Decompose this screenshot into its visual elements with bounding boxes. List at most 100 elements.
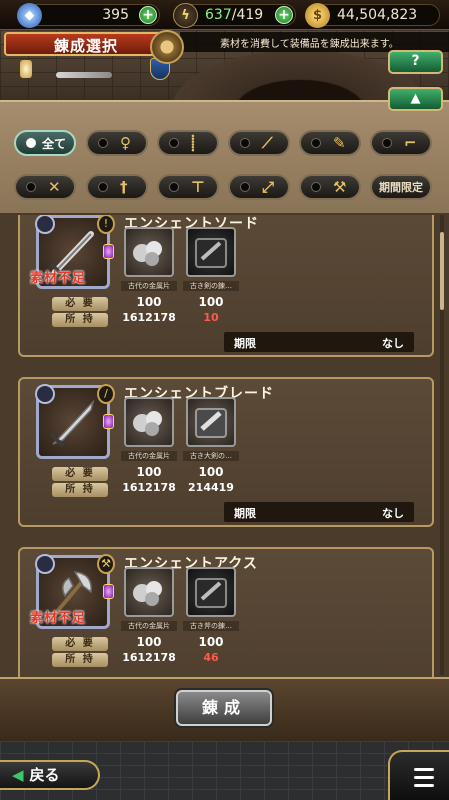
gold-counter: $ 44,504,823 [305, 3, 440, 28]
radio-icon [382, 138, 392, 148]
scrollbar-thumb[interactable] [440, 232, 444, 310]
filter-staff[interactable]: ♀ [86, 130, 148, 156]
add-stamina-button[interactable]: + [275, 6, 293, 24]
recipe-card[interactable]: エンシェントアクス ⚒ 素材不足 必 要 所 持 古代の金属片 100 1612… [18, 547, 434, 677]
material-slot[interactable] [124, 397, 174, 447]
rapier-icon: † [120, 178, 128, 196]
radio-icon [240, 138, 250, 148]
radio-icon [169, 182, 179, 192]
forge-button[interactable]: 錬成 [176, 690, 272, 726]
filter-hammer[interactable]: ⊤ [157, 174, 219, 200]
sword-seal-icon [195, 238, 227, 268]
axe-icon: ⚒ [333, 178, 347, 196]
material-owned: 10 [203, 311, 219, 324]
material-required: 100 [136, 465, 162, 479]
radio-icon [311, 138, 321, 148]
gem-slot-icon [103, 244, 114, 259]
filter-bow[interactable]: ⤢ [228, 174, 290, 200]
gem-counter: ◆ 395 + [17, 3, 160, 28]
radio-icon [98, 182, 108, 192]
staff-icon: ♀ [120, 134, 131, 152]
material-owned: 1612178 [122, 651, 176, 664]
material-name: 古代の金属片 [121, 281, 177, 291]
material-slot[interactable] [124, 567, 174, 617]
material-owned: 1612178 [122, 311, 176, 324]
filter-gun[interactable]: ⌐ [370, 130, 432, 156]
filter-limited-time[interactable]: 期間限定 [370, 174, 432, 200]
back-arrow-icon: ◀ [12, 766, 24, 784]
menu-button[interactable] [388, 750, 449, 800]
required-label: 必 要 [52, 467, 108, 481]
material-required: 100 [136, 295, 162, 309]
material-owned: 46 [203, 651, 219, 664]
filter-dagger[interactable]: ⸽ [157, 130, 219, 156]
sword-decoration-icon [56, 72, 112, 78]
material-name: 古代の金属片 [121, 451, 177, 461]
stamina-value: 637/419 [205, 7, 264, 23]
recipe-list[interactable]: エンシェントソード ! 素材不足 必 要 所 持 古代の金属片 100 1612… [0, 215, 449, 677]
status-bar: ◆ 395 + ϟ 637/419 + $ 44,504,823 [0, 0, 449, 30]
metal-fragment-icon [133, 411, 162, 436]
gem-slot-icon [103, 414, 114, 429]
material-name: 古き斧の錬… [183, 621, 239, 631]
material-required: 100 [136, 635, 162, 649]
material-slot[interactable] [186, 567, 236, 617]
help-button[interactable]: ? [388, 50, 443, 74]
menu-icon [414, 768, 434, 771]
material-slot[interactable] [186, 227, 236, 277]
material-name: 古き剣の錬… [183, 281, 239, 291]
menu-icon-line [414, 784, 434, 787]
collapse-filter-button[interactable]: ▲ [388, 87, 443, 111]
material-name: 古き大剣の… [183, 451, 239, 461]
material-owned: 1612178 [122, 481, 176, 494]
material-required: 100 [198, 635, 224, 649]
coin-icon: $ [305, 3, 330, 28]
gear-icon [150, 30, 184, 64]
bow-icon: ⤢ [262, 178, 275, 196]
add-gems-button[interactable]: + [139, 6, 157, 24]
radio-icon [311, 182, 321, 192]
menu-icon-line [414, 776, 434, 779]
radio-icon [240, 182, 250, 192]
radio-icon [26, 138, 36, 148]
material-required: 100 [198, 465, 224, 479]
filter-rapier[interactable]: † [86, 174, 148, 200]
expiry-value: なし [382, 507, 404, 520]
radio-icon [98, 138, 108, 148]
owned-label: 所 持 [52, 313, 108, 327]
axe-seal-icon [195, 578, 227, 608]
filter-sword[interactable]: ✎ [299, 130, 361, 156]
blade-icon [49, 399, 95, 448]
header-banner: 素材を消費して装備品を錬成出来ます。 錬成選択 ? [0, 30, 449, 100]
material-slot[interactable] [124, 227, 174, 277]
info-message: 素材を消費して装備品を錬成出来ます。 [180, 32, 449, 52]
filter-all[interactable]: 全て [14, 130, 76, 156]
material-name: 古代の金属片 [121, 621, 177, 631]
radio-icon [169, 138, 179, 148]
material-required: 100 [198, 295, 224, 309]
metal-fragment-icon [133, 581, 162, 606]
shortage-label: 素材不足 [30, 611, 87, 626]
filter-spear[interactable]: ⟋ [228, 130, 290, 156]
recipe-card[interactable]: エンシェントソード ! 素材不足 必 要 所 持 古代の金属片 100 1612… [18, 215, 434, 357]
required-label: 必 要 [52, 297, 108, 311]
gem-value: 395 [102, 7, 129, 23]
material-slot[interactable] [186, 397, 236, 447]
back-button[interactable]: ◀ 戻る [0, 760, 100, 790]
gun-icon: ⌐ [404, 134, 417, 152]
required-label: 必 要 [52, 637, 108, 651]
filter-axe[interactable]: ⚒ [299, 174, 361, 200]
expiry-label: 期限 [234, 337, 256, 350]
recipe-card[interactable]: エンシェントブレード / 必 要 所 持 古代の金属片 100 1612178 [18, 377, 434, 527]
radio-icon [26, 182, 36, 192]
gem-icon: ◆ [17, 3, 42, 28]
stamina-counter: ϟ 637/419 + [173, 3, 296, 28]
lightning-icon: ϟ [173, 3, 198, 28]
weapon-thumbnail: / [35, 384, 115, 459]
category-filter-panel: ▲ 全て ♀ ⸽ ⟋ ✎ ⌐ ✕ † ⊤ ⤢ ⚒ 期間限定 [0, 87, 449, 215]
dagger-icon: ⸽ [191, 134, 195, 152]
owned-label: 所 持 [52, 653, 108, 667]
filter-claw[interactable]: ✕ [14, 174, 76, 200]
hammer-icon: ⊤ [191, 178, 205, 196]
expiry-value: なし [382, 337, 404, 350]
